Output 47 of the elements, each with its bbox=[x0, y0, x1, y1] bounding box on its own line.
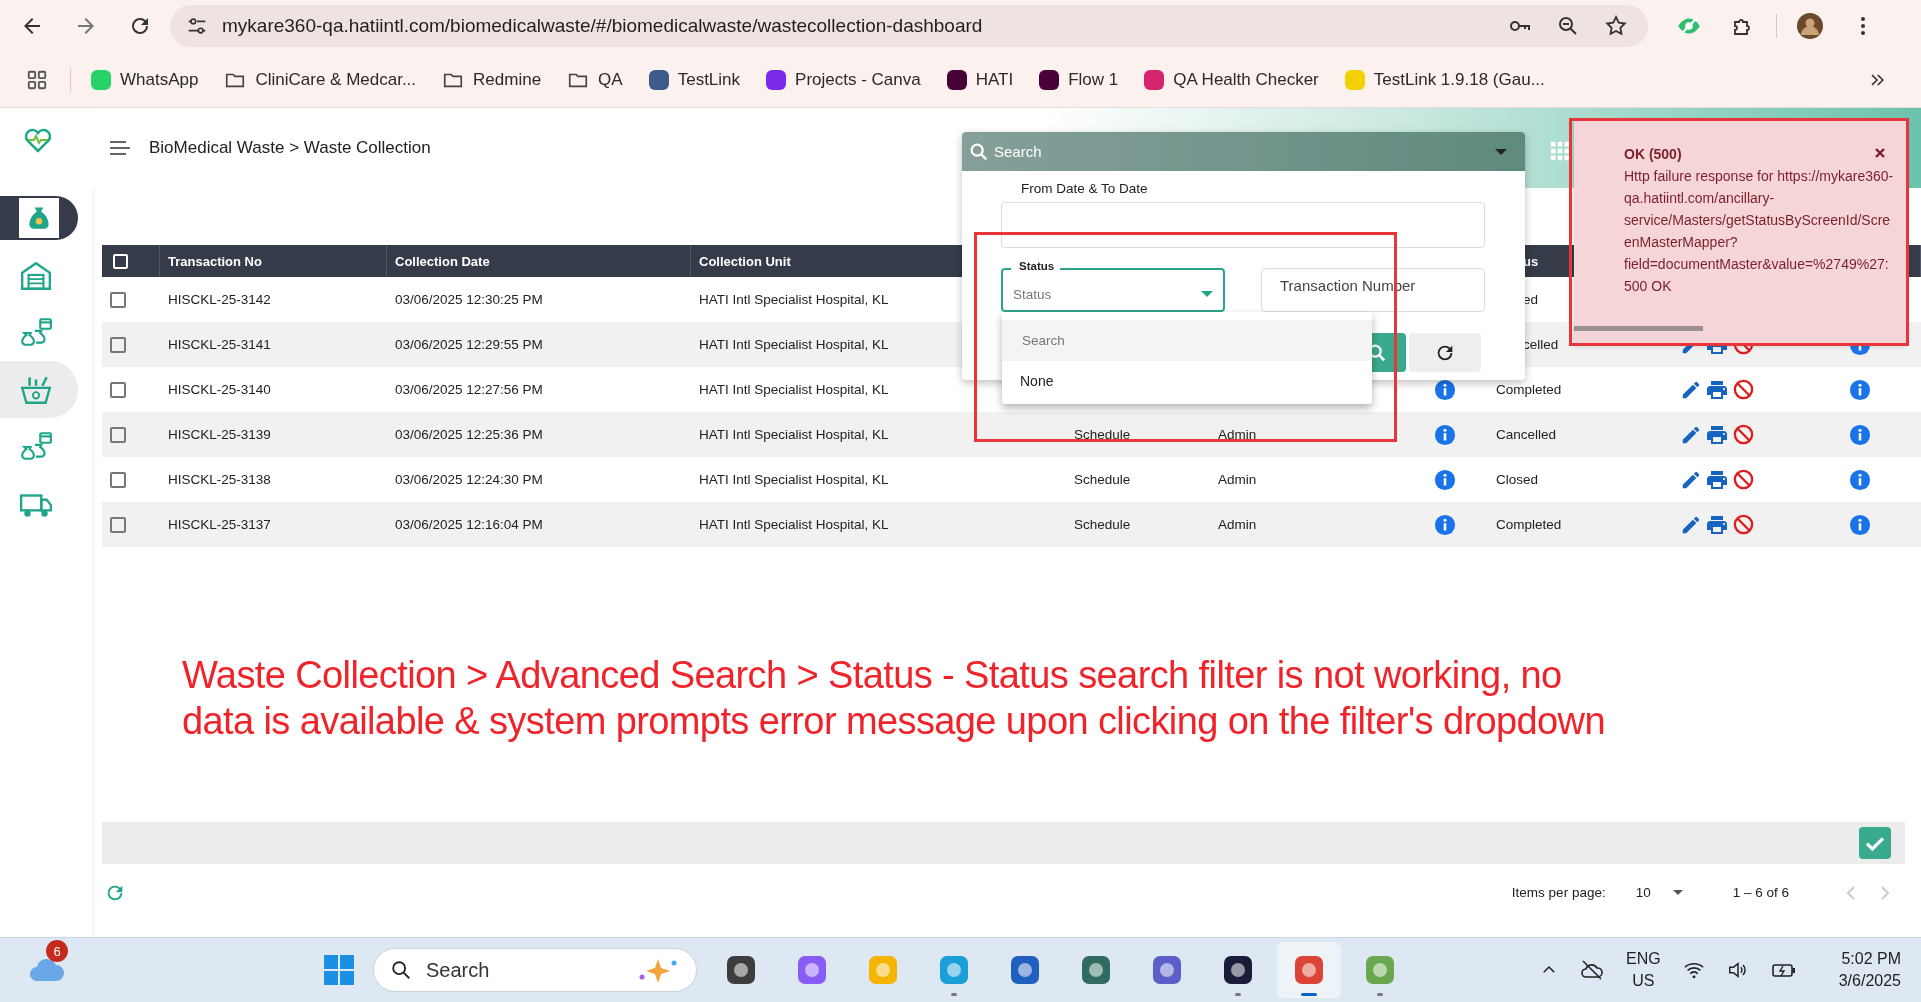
search-placeholder: Search bbox=[426, 958, 490, 982]
search-placeholder: Search bbox=[994, 143, 1042, 160]
table-cell: 03/06/2025 12:24:30 PM bbox=[395, 472, 543, 487]
table-cell: Admin bbox=[1218, 517, 1257, 532]
region-text: US bbox=[1632, 971, 1655, 991]
table-cell: HATI Intl Specialist Hospital, KL bbox=[699, 472, 889, 487]
table-cell: Admin bbox=[1218, 472, 1257, 487]
table-cell: HATI Intl Specialist Hospital, KL bbox=[699, 517, 889, 532]
breadcrumb: BioMedical Waste > Waste Collection bbox=[149, 138, 431, 158]
table-cell: Cancelled bbox=[1496, 427, 1557, 442]
toast-title: OK (500) bbox=[1624, 145, 1683, 164]
page-range: 1 – 6 of 6 bbox=[1732, 885, 1789, 900]
table-cell: Schedule bbox=[1074, 517, 1131, 532]
table-cell: 03/06/2025 12:30:25 PM bbox=[395, 292, 543, 307]
time-text: 5:02 PM bbox=[1841, 949, 1901, 969]
table-cell: HISCKL-25-3138 bbox=[168, 472, 271, 487]
table-cell: 03/06/2025 12:25:36 PM bbox=[395, 427, 543, 442]
page-size-value: 10 bbox=[1635, 885, 1651, 900]
table-cell: celled bbox=[1523, 337, 1559, 352]
table-cell: HATI Intl Specialist Hospital, KL bbox=[699, 382, 889, 397]
table-cell: 03/06/2025 12:29:55 PM bbox=[395, 337, 543, 352]
table-cell: HATI Intl Specialist Hospital, KL bbox=[699, 292, 889, 307]
field-label: From Date & To Date bbox=[1020, 181, 1149, 196]
annotation-text: Waste Collection > Advanced Search > Status - Status search filter is not working, no bbox=[182, 653, 1563, 698]
table-cell: Closed bbox=[1496, 472, 1539, 487]
table-cell: 03/06/2025 12:16:04 PM bbox=[395, 517, 543, 532]
table-cell: HISCKL-25-3141 bbox=[168, 337, 271, 352]
language-text: ENG bbox=[1626, 949, 1661, 969]
table-cell: Schedule bbox=[1074, 472, 1131, 487]
table-cell: 03/06/2025 12:27:56 PM bbox=[395, 382, 543, 397]
table-cell: HISCKL-25-3139 bbox=[168, 427, 271, 442]
table-cell: HATI Intl Specialist Hospital, KL bbox=[699, 337, 889, 352]
table-cell: HISCKL-25-3142 bbox=[168, 292, 271, 307]
table-cell: Completed bbox=[1496, 517, 1562, 532]
table-cell: Admin bbox=[1218, 427, 1257, 442]
date-text: 3/6/2025 bbox=[1838, 971, 1901, 991]
field-label: Status bbox=[1011, 260, 1061, 272]
table-cell: HISCKL-25-3137 bbox=[168, 517, 271, 532]
status-placeholder: Status bbox=[1013, 286, 1052, 302]
toast-message: Http failure response for https://mykare360-qa.hatiintl.com/ancillary-service/Masters/getStatusByScreenId/ScreenMasterMapper?field=documentMaster&value=%2749%27: 500 OK bbox=[1624, 167, 1895, 296]
notification-badge: 6 bbox=[46, 940, 68, 962]
items-per-page-label: Items per page: bbox=[1511, 885, 1606, 900]
table-cell: HATI Intl Specialist Hospital, KL bbox=[699, 427, 889, 442]
table-cell: Completed bbox=[1496, 382, 1562, 397]
table-cell: Schedule bbox=[1074, 427, 1131, 442]
annotation-text: data is available & system prompts error message upon clicking on the filter's dropdown bbox=[182, 699, 1605, 744]
table-cell: HISCKL-25-3140 bbox=[168, 382, 271, 397]
